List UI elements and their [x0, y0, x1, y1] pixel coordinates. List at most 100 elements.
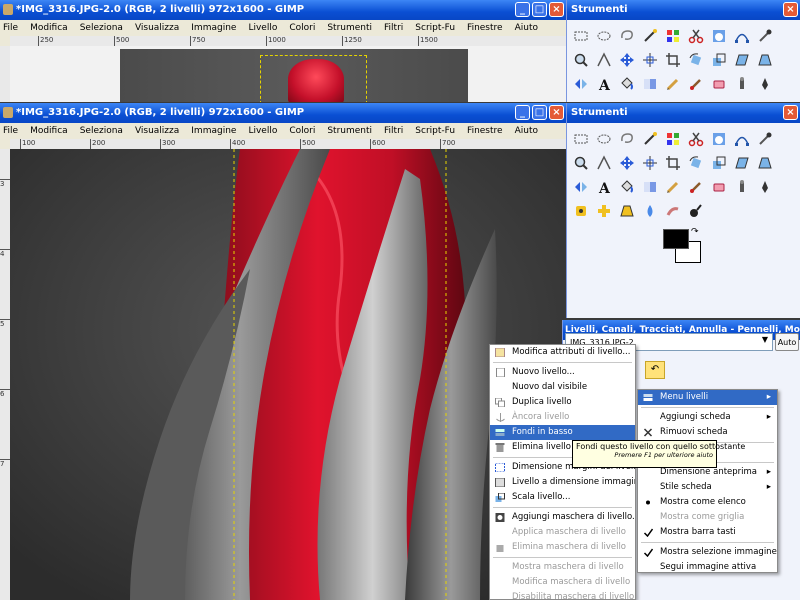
- perspective-clone-icon[interactable]: [617, 201, 637, 221]
- rotate-icon[interactable]: [686, 153, 706, 173]
- measure-icon[interactable]: [594, 50, 614, 70]
- menu-finestre[interactable]: Finestre: [467, 126, 503, 136]
- menu-modifica[interactable]: Modifica: [30, 23, 68, 33]
- menu-immagine[interactable]: Immagine: [191, 126, 236, 136]
- menu-item-scala-livello[interactable]: Scala livello...: [490, 490, 635, 505]
- undo-icon[interactable]: ↶: [645, 361, 665, 379]
- menu-seleziona[interactable]: Seleziona: [80, 126, 123, 136]
- menu-item-livello-a-dimensione-immagine[interactable]: Livello a dimensione immagine: [490, 475, 635, 490]
- menu-item-segui-immagine-attiva[interactable]: Segui immagine attiva: [638, 560, 777, 572]
- image-window-back[interactable]: *IMG_3316.JPG-2.0 (RGB, 2 livelli) 972x1…: [0, 0, 566, 102]
- menu-item-stile-scheda[interactable]: Stile scheda ▸: [638, 480, 777, 495]
- auto-button[interactable]: Auto: [775, 333, 799, 351]
- menu-item-nuovo-dal-visibile[interactable]: Nuovo dal visibile: [490, 380, 635, 395]
- ellipse-select-icon[interactable]: [594, 129, 614, 149]
- menu-filtri[interactable]: Filtri: [384, 23, 403, 33]
- canvas-front[interactable]: [10, 149, 566, 600]
- minimize-button[interactable]: _: [515, 105, 530, 120]
- scissors-icon[interactable]: [686, 26, 706, 46]
- foreground-color-swatch[interactable]: [663, 229, 689, 249]
- menu-item-fondi-in-basso[interactable]: Fondi in basso: [490, 425, 635, 440]
- toolbox-back[interactable]: Strumenti × A: [566, 0, 800, 102]
- pencil-icon[interactable]: [663, 74, 683, 94]
- move-icon[interactable]: [617, 50, 637, 70]
- minimize-button[interactable]: _: [515, 2, 530, 17]
- paths-icon[interactable]: [732, 26, 752, 46]
- foreground-select-icon[interactable]: [709, 26, 729, 46]
- clone-icon[interactable]: [571, 98, 591, 102]
- paintbrush-icon[interactable]: [686, 74, 706, 94]
- airbrush-icon[interactable]: [732, 177, 752, 197]
- fuzzy-select-icon[interactable]: [640, 26, 660, 46]
- rotate-icon[interactable]: [686, 50, 706, 70]
- align-icon[interactable]: [640, 50, 660, 70]
- shear-icon[interactable]: [732, 153, 752, 173]
- menu-visualizza[interactable]: Visualizza: [135, 23, 179, 33]
- scissors-icon[interactable]: [686, 129, 706, 149]
- menu-aiuto[interactable]: Aiuto: [515, 23, 538, 33]
- smudge-icon[interactable]: [663, 201, 683, 221]
- menu-item-aggiungi-scheda[interactable]: Aggiungi scheda ▸: [638, 410, 777, 425]
- rect-select-icon[interactable]: [571, 26, 591, 46]
- toolbox-front[interactable]: Strumenti × A ↷: [566, 103, 800, 318]
- flip-icon[interactable]: [571, 74, 591, 94]
- crop-icon[interactable]: [663, 50, 683, 70]
- menu-strumenti[interactable]: Strumenti: [327, 23, 372, 33]
- color-picker-icon[interactable]: [755, 129, 775, 149]
- blur-icon[interactable]: [640, 201, 660, 221]
- measure-icon[interactable]: [594, 153, 614, 173]
- menu-colori[interactable]: Colori: [289, 23, 315, 33]
- menu-item-mostra-selezione-immagine[interactable]: Mostra selezione immagine: [638, 545, 777, 560]
- image-window-front[interactable]: *IMG_3316.JPG-2.0 (RGB, 2 livelli) 972x1…: [0, 103, 566, 600]
- menu-modifica[interactable]: Modifica: [30, 126, 68, 136]
- lasso-icon[interactable]: [617, 26, 637, 46]
- heal-icon[interactable]: [594, 201, 614, 221]
- menu-filtri[interactable]: Filtri: [384, 126, 403, 136]
- zoom-icon[interactable]: [571, 50, 591, 70]
- align-icon[interactable]: [640, 153, 660, 173]
- crop-icon[interactable]: [663, 153, 683, 173]
- toolbox-front-titlebar[interactable]: Strumenti ×: [567, 103, 800, 123]
- zoom-icon[interactable]: [571, 153, 591, 173]
- menu-item-mostra-come-elenco[interactable]: Mostra come elenco: [638, 495, 777, 510]
- menu-item-aggiungi-maschera-di-livello[interactable]: Aggiungi maschera di livello...: [490, 510, 635, 525]
- menu-finestre[interactable]: Finestre: [467, 23, 503, 33]
- canvas-back[interactable]: [10, 46, 566, 102]
- menu-script-fu[interactable]: Script-Fu: [415, 126, 455, 136]
- menu-visualizza[interactable]: Visualizza: [135, 126, 179, 136]
- image-window-back-titlebar[interactable]: *IMG_3316.JPG-2.0 (RGB, 2 livelli) 972x1…: [0, 0, 566, 20]
- image-window-front-titlebar[interactable]: *IMG_3316.JPG-2.0 (RGB, 2 livelli) 972x1…: [0, 103, 566, 123]
- blend-icon[interactable]: [640, 177, 660, 197]
- menu-item-rimuovi-scheda[interactable]: Rimuovi scheda: [638, 425, 777, 440]
- scale-icon[interactable]: [709, 153, 729, 173]
- bucket-fill-icon[interactable]: [617, 74, 637, 94]
- close-button[interactable]: ×: [549, 105, 564, 120]
- airbrush-icon[interactable]: [732, 74, 752, 94]
- paintbrush-icon[interactable]: [686, 177, 706, 197]
- rect-select-icon[interactable]: [571, 129, 591, 149]
- menu-strumenti[interactable]: Strumenti: [327, 126, 372, 136]
- menu-aiuto[interactable]: Aiuto: [515, 126, 538, 136]
- eraser-icon[interactable]: [709, 177, 729, 197]
- shear-icon[interactable]: [732, 50, 752, 70]
- menu-colori[interactable]: Colori: [289, 126, 315, 136]
- dodge-icon[interactable]: [686, 201, 706, 221]
- eraser-icon[interactable]: [709, 74, 729, 94]
- color-select-icon[interactable]: [663, 129, 683, 149]
- clone-icon[interactable]: [571, 201, 591, 221]
- text-icon[interactable]: A: [594, 74, 614, 94]
- menu-seleziona[interactable]: Seleziona: [80, 23, 123, 33]
- ellipse-select-icon[interactable]: [594, 26, 614, 46]
- flip-icon[interactable]: [571, 177, 591, 197]
- bucket-fill-icon[interactable]: [617, 177, 637, 197]
- close-button[interactable]: ×: [549, 2, 564, 17]
- menu-item-modifica-attributi-di-livello[interactable]: Modifica attributi di livello...: [490, 345, 635, 360]
- blend-icon[interactable]: [640, 74, 660, 94]
- maximize-button[interactable]: □: [532, 2, 547, 17]
- lasso-icon[interactable]: [617, 129, 637, 149]
- color-select-icon[interactable]: [663, 26, 683, 46]
- close-button[interactable]: ×: [783, 2, 798, 17]
- menu-item-mostra-barra-tasti[interactable]: Mostra barra tasti: [638, 525, 777, 540]
- scale-icon[interactable]: [709, 50, 729, 70]
- fuzzy-select-icon[interactable]: [640, 129, 660, 149]
